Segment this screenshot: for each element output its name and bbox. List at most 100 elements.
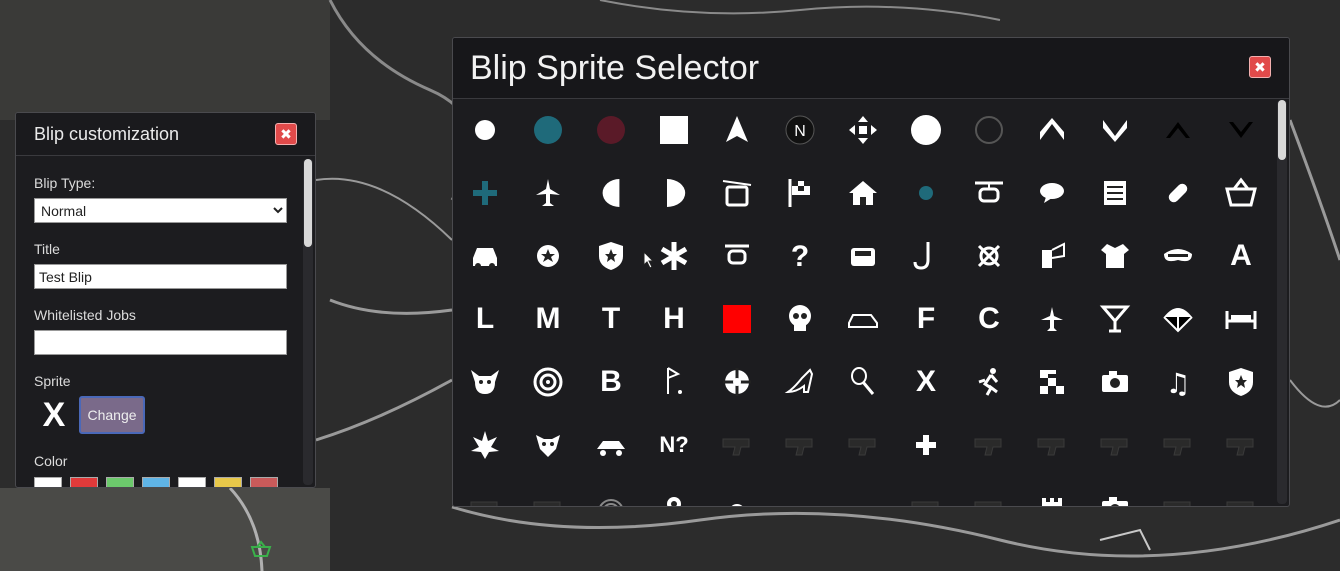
sprite-gun-dark-icon[interactable] xyxy=(958,477,1020,506)
color-swatch[interactable] xyxy=(214,477,242,487)
sprite-mask-icon[interactable] xyxy=(1147,225,1209,287)
sprite-ring-small-icon[interactable] xyxy=(706,477,768,506)
sprite-gun-dark-icon[interactable] xyxy=(1084,414,1146,476)
sprite-hook-icon[interactable] xyxy=(895,225,957,287)
sprite-plus-icon[interactable] xyxy=(895,414,957,476)
sprite-dot-teal-small-icon[interactable] xyxy=(895,162,957,224)
sprite-dot-icon[interactable] xyxy=(454,100,516,161)
sprite-flag-icon[interactable] xyxy=(769,162,831,224)
sprite-car-side-icon[interactable] xyxy=(832,288,894,350)
customization-close-button[interactable]: ✖ xyxy=(275,123,297,145)
sprite-a-icon[interactable]: A xyxy=(1210,225,1272,287)
sprite-tennis-icon[interactable] xyxy=(832,351,894,413)
sprite-tag-icon[interactable] xyxy=(769,477,831,506)
sprite-camera-icon[interactable] xyxy=(1084,477,1146,506)
sprite-target-icon[interactable] xyxy=(517,351,579,413)
sprite-bulldog-icon[interactable] xyxy=(517,414,579,476)
sprite-dot-maroon-icon[interactable] xyxy=(580,100,642,161)
sprite-house-icon[interactable] xyxy=(832,162,894,224)
sprite-bed-icon[interactable] xyxy=(1210,288,1272,350)
sprite-badge-icon[interactable] xyxy=(1210,351,1272,413)
sprite-h-icon[interactable]: H xyxy=(643,288,705,350)
sprite-golf-icon[interactable] xyxy=(643,351,705,413)
sprite-gun-dark-icon[interactable] xyxy=(1147,477,1209,506)
sprite-chevron-down-icon[interactable] xyxy=(1084,100,1146,161)
sprite-ring-icon[interactable] xyxy=(958,100,1020,161)
sprite-buggy-icon[interactable] xyxy=(580,414,642,476)
sprite-car-front-icon[interactable] xyxy=(832,225,894,287)
sprite-flag-box-icon[interactable] xyxy=(1021,225,1083,287)
sprite-camera-icon[interactable] xyxy=(1084,351,1146,413)
sprite-shield-icon[interactable] xyxy=(580,225,642,287)
sprite-gun-dark-icon[interactable] xyxy=(958,414,1020,476)
sprite-list-icon[interactable] xyxy=(1084,162,1146,224)
color-swatch[interactable] xyxy=(142,477,170,487)
sprite-nq-icon[interactable]: N? xyxy=(643,414,705,476)
whitelisted-jobs-input[interactable] xyxy=(34,330,287,355)
sprite-parachute-icon[interactable] xyxy=(1147,288,1209,350)
sprite-gun-dark-icon[interactable] xyxy=(517,477,579,506)
sprite-gun-dark-icon[interactable] xyxy=(769,414,831,476)
sprite-gun-dark-icon[interactable] xyxy=(706,414,768,476)
sprite-rings-icon[interactable] xyxy=(580,477,642,506)
sprite-gun-dark-icon[interactable] xyxy=(1021,414,1083,476)
sprite-heli-small-icon[interactable] xyxy=(706,225,768,287)
sprite-crosshair-icon[interactable] xyxy=(706,351,768,413)
sprite-heel-icon[interactable] xyxy=(769,351,831,413)
color-swatch[interactable] xyxy=(250,477,278,487)
sprite-cable-car-icon[interactable] xyxy=(706,162,768,224)
sprite-pin-icon[interactable] xyxy=(643,477,705,506)
sprite-music-icon[interactable]: ♫ xyxy=(1147,351,1209,413)
color-swatch[interactable] xyxy=(34,477,62,487)
sprite-speech-icon[interactable] xyxy=(1021,162,1083,224)
color-swatch[interactable] xyxy=(70,477,98,487)
color-swatch[interactable] xyxy=(178,477,206,487)
change-sprite-button[interactable]: Change xyxy=(79,396,145,434)
sprite-question-icon[interactable]: ? xyxy=(769,225,831,287)
sprite-circle-icon[interactable] xyxy=(895,100,957,161)
sprite-runner-icon[interactable] xyxy=(958,351,1020,413)
sprite-half-left-icon[interactable] xyxy=(580,162,642,224)
sprite-plane-small-icon[interactable] xyxy=(1021,288,1083,350)
sprite-plus-teal-icon[interactable] xyxy=(454,162,516,224)
sprite-l-icon[interactable]: L xyxy=(454,288,516,350)
sprite-c-icon[interactable]: C xyxy=(958,288,1020,350)
sprite-f-icon[interactable]: F xyxy=(895,288,957,350)
sprite-t-icon[interactable]: T xyxy=(580,288,642,350)
customization-scrollbar[interactable] xyxy=(303,159,313,485)
sprite-gun-dark-icon[interactable] xyxy=(1210,414,1272,476)
sprite-north-icon[interactable]: N xyxy=(769,100,831,161)
sprite-plane-icon[interactable] xyxy=(517,162,579,224)
customization-scrollbar-thumb[interactable] xyxy=(304,159,312,247)
sprite-pill-icon[interactable] xyxy=(1147,162,1209,224)
sprite-caret-up-dark-icon[interactable] xyxy=(1147,100,1209,161)
sprite-skull-icon[interactable] xyxy=(769,288,831,350)
color-swatch[interactable] xyxy=(106,477,134,487)
sprite-smile-icon[interactable] xyxy=(832,477,894,506)
blip-type-select[interactable]: Normal xyxy=(34,198,287,223)
sprite-x-icon[interactable]: X xyxy=(895,351,957,413)
sprite-castle-icon[interactable] xyxy=(1021,477,1083,506)
sprite-cocktail-icon[interactable] xyxy=(1084,288,1146,350)
sprite-dot-teal-icon[interactable] xyxy=(517,100,579,161)
sprite-basket-icon[interactable] xyxy=(1210,162,1272,224)
sprite-ribbon-icon[interactable] xyxy=(958,225,1020,287)
selector-scrollbar-thumb[interactable] xyxy=(1278,100,1286,160)
sprite-shirt-icon[interactable] xyxy=(1084,225,1146,287)
sprite-gun-dark-icon[interactable] xyxy=(1147,414,1209,476)
sprite-bull-icon[interactable] xyxy=(454,351,516,413)
sprite-move-icon[interactable] xyxy=(832,100,894,161)
sprite-caret-down-dark-icon[interactable] xyxy=(1210,100,1272,161)
sprite-star-icon[interactable] xyxy=(517,225,579,287)
title-input[interactable]: Test Blip xyxy=(34,264,287,289)
sprite-leaf-icon[interactable] xyxy=(454,414,516,476)
sprite-gun-dark-icon[interactable] xyxy=(1210,477,1272,506)
sprite-square-icon[interactable] xyxy=(643,100,705,161)
selector-scrollbar[interactable] xyxy=(1277,100,1287,504)
sprite-half-right-icon[interactable] xyxy=(643,162,705,224)
sprite-b-icon[interactable]: B xyxy=(580,351,642,413)
sprite-square-red-icon[interactable] xyxy=(706,288,768,350)
sprite-chevron-up-icon[interactable] xyxy=(1021,100,1083,161)
sprite-arrow-up-icon[interactable] xyxy=(706,100,768,161)
sprite-car-icon[interactable] xyxy=(454,225,516,287)
